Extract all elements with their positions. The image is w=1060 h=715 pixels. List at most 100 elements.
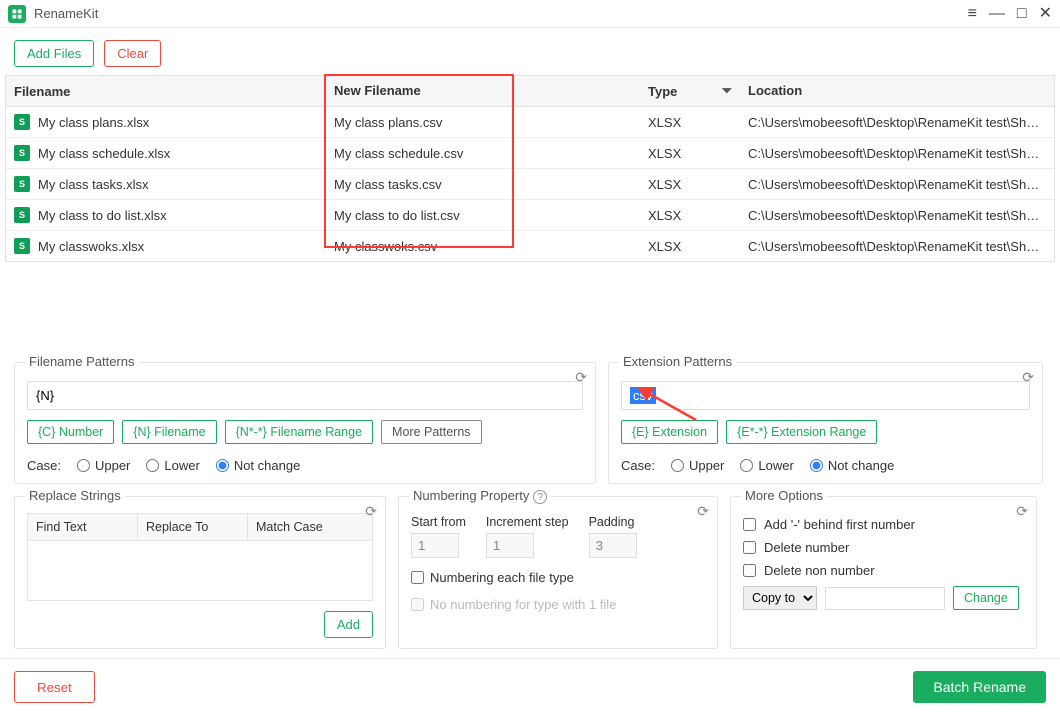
xlsx-icon: S	[14, 176, 30, 192]
batch-rename-button[interactable]: Batch Rename	[913, 671, 1046, 703]
chk-no-numbering: No numbering for type with 1 file	[411, 597, 705, 612]
table-row[interactable]: S My class tasks.xlsx My class tasks.csvXL…	[6, 169, 1054, 200]
clear-button[interactable]: Clear	[104, 40, 161, 67]
increment-label: Increment step	[486, 515, 569, 529]
footer: Reset Batch Rename	[0, 658, 1060, 715]
xlsx-icon: S	[14, 114, 30, 130]
padding-input[interactable]	[589, 533, 637, 558]
panel-title: Numbering Property?	[409, 488, 551, 504]
new-filename-cell: My classwoks.csv	[326, 232, 640, 261]
chk-delete-non-number[interactable]: Delete non number	[743, 563, 1024, 578]
options-panel: More Options ⟳ Add '-' behind first numb…	[730, 496, 1037, 649]
table-row[interactable]: S My class to do list.xlsx My class to do …	[6, 200, 1054, 231]
filename-cell: My class plans.xlsx	[38, 115, 149, 130]
radio-not-change[interactable]: Not change	[810, 458, 895, 473]
tag-more[interactable]: More Patterns	[381, 420, 482, 444]
location-cell: C:\Users\mobeesoft\Desktop\RenameKit tes…	[740, 170, 1054, 199]
new-filename-cell: My class schedule.csv	[326, 139, 640, 168]
tag-extension[interactable]: {E} Extension	[621, 420, 718, 444]
close-icon[interactable]: ✕	[1039, 6, 1052, 22]
type-cell: XLSX	[640, 170, 740, 199]
table-row[interactable]: S My class plans.xlsx My class plans.csvXL…	[6, 107, 1054, 138]
filename-cell: My class tasks.xlsx	[38, 177, 149, 192]
help-icon[interactable]: ?	[533, 490, 547, 504]
selected-value: csv	[630, 387, 656, 404]
chk-delete-number[interactable]: Delete number	[743, 540, 1024, 555]
maximize-icon[interactable]: □	[1017, 6, 1027, 22]
chk-add-dash[interactable]: Add '-' behind first number	[743, 517, 1024, 532]
start-input[interactable]	[411, 533, 459, 558]
new-filename-cell: My class tasks.csv	[326, 170, 640, 199]
chk-each-type[interactable]: Numbering each file type	[411, 570, 705, 585]
minimize-icon[interactable]: —	[989, 6, 1005, 22]
radio-upper[interactable]: Upper	[77, 458, 130, 473]
padding-label: Padding	[589, 515, 637, 529]
extension-patterns-panel: Extension Patterns ⟳ csv {E} Extension {…	[608, 362, 1043, 484]
app-icon	[8, 5, 26, 23]
col-find-text: Find Text	[28, 514, 138, 540]
xlsx-icon: S	[14, 207, 30, 223]
panel-title: Extension Patterns	[619, 354, 736, 369]
extension-pattern-input[interactable]: csv	[621, 381, 1030, 410]
new-filename-cell: My class plans.csv	[326, 108, 640, 137]
new-filename-cell: My class to do list.csv	[326, 201, 640, 230]
start-label: Start from	[411, 515, 466, 529]
app-title: RenameKit	[34, 6, 968, 21]
filename-patterns-panel: Filename Patterns ⟳ {C} Number {N} Filen…	[14, 362, 596, 484]
panel-title: More Options	[741, 488, 827, 503]
location-cell: C:\Users\mobeesoft\Desktop\RenameKit tes…	[740, 108, 1054, 137]
col-filename[interactable]: Filename	[6, 76, 326, 106]
refresh-icon[interactable]: ⟳	[1016, 503, 1028, 520]
menu-icon[interactable]: ≡	[968, 6, 977, 22]
reset-button[interactable]: Reset	[14, 671, 95, 703]
tag-range[interactable]: {N*-*} Filename Range	[225, 420, 373, 444]
add-files-button[interactable]: Add Files	[14, 40, 94, 67]
copy-to-select[interactable]: Copy to	[743, 586, 817, 610]
panel-title: Replace Strings	[25, 488, 125, 503]
copy-to-input[interactable]	[825, 587, 945, 610]
location-cell: C:\Users\mobeesoft\Desktop\RenameKit tes…	[740, 232, 1054, 261]
table-row[interactable]: S My classwoks.xlsx My classwoks.csvXLSXC:…	[6, 231, 1054, 261]
refresh-icon[interactable]: ⟳	[697, 503, 709, 520]
col-new-filename[interactable]: New Filename	[326, 76, 640, 106]
titlebar: RenameKit ≡ — □ ✕	[0, 0, 1060, 28]
refresh-icon[interactable]: ⟳	[365, 503, 377, 520]
location-cell: C:\Users\mobeesoft\Desktop\RenameKit tes…	[740, 139, 1054, 168]
filter-icon[interactable]: ⏷	[722, 83, 732, 99]
add-button[interactable]: Add	[324, 611, 373, 638]
table-header: Filename New Filename Type ⏷ Location	[6, 76, 1054, 107]
table-row[interactable]: S My class schedule.xlsx My class schedule…	[6, 138, 1054, 169]
xlsx-icon: S	[14, 238, 30, 254]
case-label: Case:	[621, 458, 655, 473]
replace-header: Find Text Replace To Match Case	[27, 513, 373, 541]
tag-filename[interactable]: {N} Filename	[122, 420, 216, 444]
xlsx-icon: S	[14, 145, 30, 161]
numbering-panel: Numbering Property? ⟳ Start from Increme…	[398, 496, 718, 649]
col-location[interactable]: Location	[740, 76, 1054, 106]
col-type[interactable]: Type ⏷	[640, 76, 740, 106]
refresh-icon[interactable]: ⟳	[1022, 369, 1034, 386]
radio-lower[interactable]: Lower	[146, 458, 199, 473]
col-match-case: Match Case	[248, 514, 372, 540]
tag-number[interactable]: {C} Number	[27, 420, 114, 444]
col-replace-to: Replace To	[138, 514, 248, 540]
file-table: Filename New Filename Type ⏷ Location SM…	[5, 75, 1055, 262]
tag-extension-range[interactable]: {E*-*} Extension Range	[726, 420, 877, 444]
replace-body[interactable]	[27, 541, 373, 601]
case-label: Case:	[27, 458, 61, 473]
radio-not-change[interactable]: Not change	[216, 458, 301, 473]
change-button[interactable]: Change	[953, 586, 1019, 610]
refresh-icon[interactable]: ⟳	[575, 369, 587, 386]
type-cell: XLSX	[640, 201, 740, 230]
location-cell: C:\Users\mobeesoft\Desktop\RenameKit tes…	[740, 201, 1054, 230]
type-cell: XLSX	[640, 232, 740, 261]
filename-pattern-input[interactable]	[27, 381, 583, 410]
radio-lower[interactable]: Lower	[740, 458, 793, 473]
increment-input[interactable]	[486, 533, 534, 558]
radio-upper[interactable]: Upper	[671, 458, 724, 473]
filename-cell: My classwoks.xlsx	[38, 239, 144, 254]
filename-cell: My class schedule.xlsx	[38, 146, 170, 161]
type-cell: XLSX	[640, 108, 740, 137]
type-cell: XLSX	[640, 139, 740, 168]
filename-cell: My class to do list.xlsx	[38, 208, 167, 223]
